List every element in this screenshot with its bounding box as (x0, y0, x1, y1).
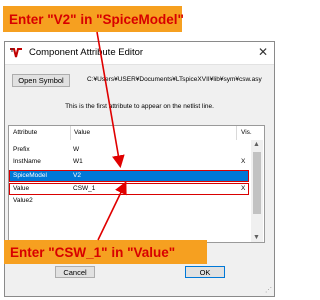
annotation-arrows (96, 31, 127, 241)
arrow-to-value (97, 181, 127, 241)
arrow-to-spicemodel (96, 31, 125, 169)
